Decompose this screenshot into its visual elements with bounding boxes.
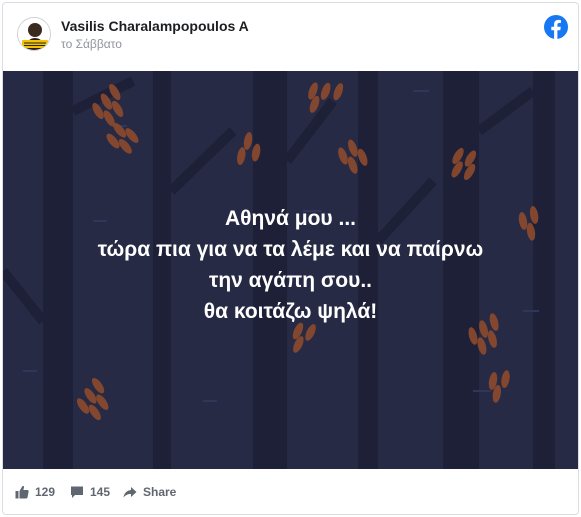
image-text-line: θα κοιτάζω ψηλά! <box>203 300 378 323</box>
share-button[interactable]: Share <box>123 485 176 499</box>
facebook-post-card: Vasilis Charalampopoulos A το Σάββατο Αθ… <box>2 2 579 515</box>
post-actions-bar: 129 145 Share <box>3 469 578 514</box>
comment-count: 145 <box>90 485 111 499</box>
comment-button[interactable]: 145 <box>70 485 110 499</box>
post-image[interactable]: Αθηνά μου ... τώρα πια για να τα λέμε κα… <box>3 71 578 469</box>
share-label: Share <box>143 485 177 499</box>
facebook-icon[interactable] <box>544 15 568 39</box>
post-author-name[interactable]: Vasilis Charalampopoulos A <box>61 18 249 34</box>
image-text-line: Αθηνά μου ... <box>224 207 356 230</box>
image-text-line: τώρα πια για να τα λέμε και να παίρνω <box>97 238 484 261</box>
post-image-text: Αθηνά μου ... τώρα πια για να τα λέμε κα… <box>3 203 578 327</box>
like-count: 129 <box>35 485 56 499</box>
speech-bubble-icon <box>71 486 83 498</box>
post-timestamp[interactable]: το Σάββατο <box>61 37 122 51</box>
avatar-image <box>18 18 50 50</box>
like-button[interactable]: 129 <box>15 485 55 499</box>
share-arrow-icon <box>123 487 137 498</box>
avatar[interactable] <box>17 17 51 51</box>
thumbs-up-icon <box>15 485 29 499</box>
post-header: Vasilis Charalampopoulos A το Σάββατο <box>3 3 578 71</box>
image-text-line: την αγάπη σου.. <box>208 269 373 292</box>
